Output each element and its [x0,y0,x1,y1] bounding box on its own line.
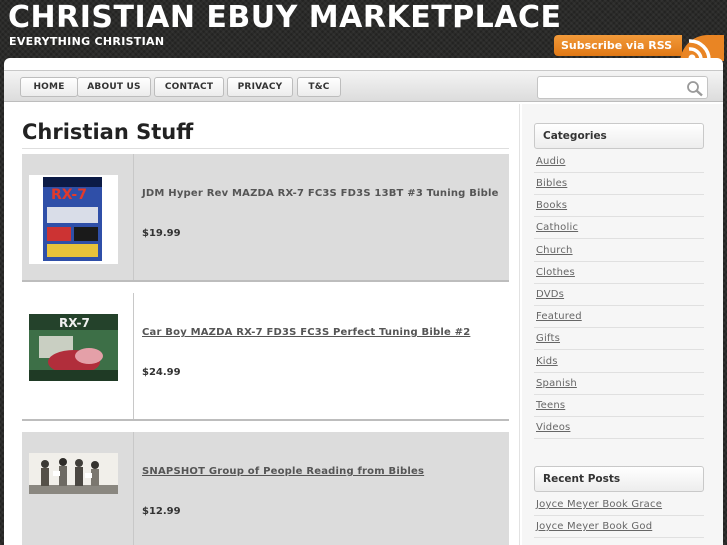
product-title-link[interactable]: SNAPSHOT Group of People Reading from Bi… [142,466,502,477]
category-link-teens[interactable]: Teens [534,395,704,417]
nav-bar: HOME ABOUT US CONTACT PRIVACY T&C [4,70,723,102]
nav-privacy[interactable]: PRIVACY [227,77,293,97]
product-price: $12.99 [142,506,181,517]
recent-post-link[interactable]: Joyce Meyer Book God [534,516,704,538]
category-link-catholic[interactable]: Catholic [534,217,704,239]
category-link-church[interactable]: Church [534,240,704,262]
nav-terms[interactable]: T&C [297,77,341,97]
rss-subscribe-button[interactable]: Subscribe via RSS [554,33,727,61]
category-link-bibles[interactable]: Bibles [534,173,704,195]
category-link-audio[interactable]: Audio [534,151,704,173]
search-box [537,76,708,99]
category-link-dvds[interactable]: DVDs [534,284,704,306]
product-row: SNAPSHOT Group of People Reading from Bi… [22,432,509,545]
divider [22,148,509,149]
site-title[interactable]: CHRISTIAN EBUY MARKETPLACE [8,0,561,35]
product-title-link[interactable]: Car Boy MAZDA RX-7 FD3S FC3S Perfect Tun… [142,327,502,338]
page-title: Christian Stuff [22,120,194,144]
product-price: $24.99 [142,367,181,378]
category-link-gifts[interactable]: Gifts [534,328,704,350]
category-link-spanish[interactable]: Spanish [534,373,704,395]
product-price: $19.99 [142,228,181,239]
product-title[interactable]: JDM Hyper Rev MAZDA RX-7 FC3S FD3S 13BT … [142,188,502,199]
rss-label: Subscribe via RSS [554,35,682,56]
search-input[interactable] [540,79,680,96]
category-link-clothes[interactable]: Clothes [534,262,704,284]
search-icon[interactable] [686,80,704,97]
product-image-cell [22,432,134,545]
category-link-kids[interactable]: Kids [534,351,704,373]
nav-contact[interactable]: CONTACT [154,77,224,97]
product-image-cell: RX-7 [22,154,134,280]
nav-home[interactable]: HOME [20,77,78,97]
product-image[interactable]: RX-7 [29,314,118,381]
rss-icon [680,35,724,61]
category-link-videos[interactable]: Videos [534,417,704,439]
product-row: RX-7 JDM Hyper Rev MAZDA RX-7 FC3S FD3S … [22,154,509,282]
recent-posts-heading: Recent Posts [534,466,704,492]
product-image-cell: RX-7 [22,293,134,419]
category-link-books[interactable]: Books [534,195,704,217]
categories-heading: Categories [534,123,704,149]
product-image[interactable] [29,453,118,494]
product-row: RX-7 Car Boy MAZDA RX-7 FD3S FC3S Perfec… [22,293,509,421]
svg-text:RX-7: RX-7 [59,316,90,330]
recent-post-link[interactable]: Joyce Meyer Book Grace [534,494,704,516]
category-link-featured[interactable]: Featured [534,306,704,328]
nav-about-us[interactable]: ABOUT US [77,77,151,97]
svg-text:RX-7: RX-7 [51,187,87,203]
product-image[interactable]: RX-7 [29,175,118,264]
site-tagline: EVERYTHING CHRISTIAN [9,35,165,48]
